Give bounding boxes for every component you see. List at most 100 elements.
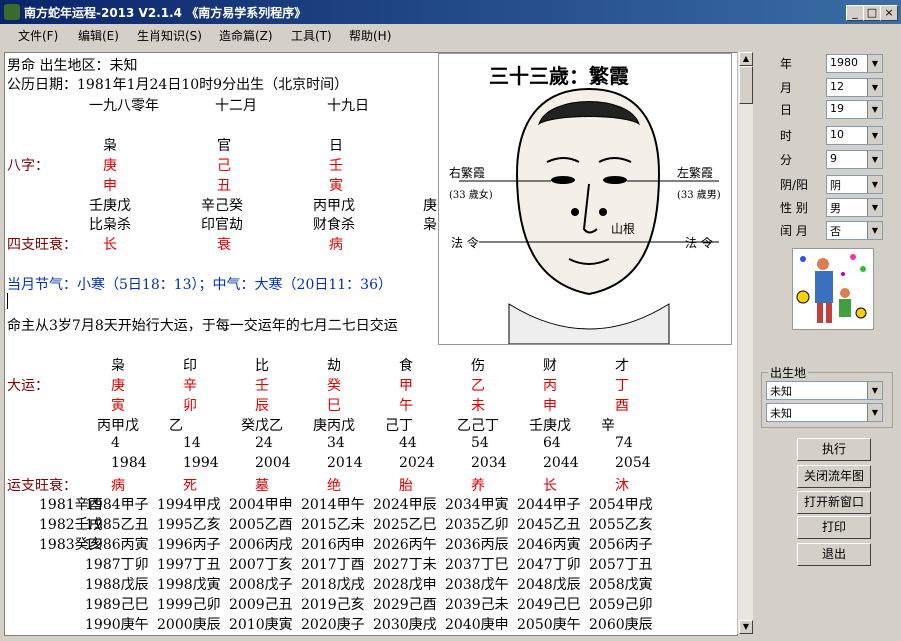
maximize-button[interactable]: □ — [863, 5, 881, 21]
stem-day: 壬 — [329, 158, 343, 174]
face-reading-image: 三十三歲：繁霞 右繁霞 (33 歲女) 左繁霞 (33 歲男) 山根 法 令 法… — [438, 53, 732, 345]
chevron-down-icon[interactable]: ▼ — [867, 222, 882, 239]
chevron-down-icon[interactable]: ▼ — [867, 127, 882, 144]
dayun-year: 1994 — [183, 455, 219, 471]
menu-zodiac[interactable]: 生肖知识(S) — [137, 27, 202, 44]
minute-select[interactable]: 9 ▼ — [826, 150, 883, 169]
birthplace-city-select[interactable]: 未知 ▼ — [766, 403, 883, 422]
dayun-age: 24 — [255, 435, 273, 451]
wangshuai-year: 长 — [103, 237, 117, 253]
print-button[interactable]: 打印 — [797, 516, 871, 539]
liunian-cell: 1998戊寅 — [157, 577, 221, 593]
dayun-god: 印 — [183, 358, 197, 374]
chevron-down-icon[interactable]: ▼ — [867, 101, 882, 118]
chevron-down-icon[interactable]: ▼ — [867, 176, 882, 193]
liunian-cell: 2027丁未 — [373, 557, 437, 573]
liunian-cell: 2035乙卯 — [445, 517, 509, 533]
dayun-branch: 申 — [543, 398, 557, 414]
liunian-cell: 1995乙亥 — [157, 517, 221, 533]
year-label: 年 — [780, 57, 793, 71]
scroll-thumb[interactable] — [739, 66, 753, 104]
dayun-stem: 辛 — [183, 378, 197, 394]
stem-year: 庚 — [103, 158, 117, 174]
god-day: 日 — [329, 138, 343, 154]
chevron-down-icon[interactable]: ▼ — [867, 151, 882, 168]
face-shangen: 山根 — [611, 222, 636, 236]
menu-tools[interactable]: 工具(T) — [291, 27, 332, 44]
dayun-hidden: 辛 — [601, 418, 615, 434]
dayun-branch: 寅 — [111, 398, 125, 414]
dayun-stem: 乙 — [471, 378, 485, 394]
yunzhi-cell: 病 — [111, 478, 125, 494]
bazi-label: 八字： — [7, 158, 49, 174]
exit-button[interactable]: 退出 — [797, 543, 871, 566]
liunian-cell: 2015乙未 — [301, 517, 365, 533]
face-fa-right: 法 令 — [685, 236, 713, 250]
liunian-cell: 2008戊子 — [229, 577, 293, 593]
dayun-hidden: 丙甲戊 — [97, 418, 139, 434]
dayun-branch: 巳 — [327, 398, 341, 414]
liunian-cell: 1996丙子 — [157, 537, 221, 553]
gender-select[interactable]: 男 ▼ — [826, 198, 883, 217]
hidden-gods-day: 财食杀 — [313, 217, 355, 233]
report-document[interactable]: 男命 出生地区：未知 公历日期：1981年1月24日10时9分出生（北京时间） … — [4, 52, 738, 636]
chevron-down-icon[interactable]: ▼ — [867, 404, 882, 421]
chevron-down-icon[interactable]: ▼ — [867, 79, 882, 96]
wangshuai-day: 病 — [329, 237, 343, 253]
dayun-age: 34 — [327, 435, 345, 451]
yunzhi-cell: 胎 — [399, 478, 413, 494]
liunian-cell: 1999己卯 — [157, 597, 221, 613]
liunian-cell: 2004甲申 — [229, 497, 293, 513]
liunian-cell: 1989己巳 — [85, 597, 149, 613]
liunian-cell: 2044甲子 — [517, 497, 581, 513]
liunian-cell: 2028戊申 — [373, 577, 437, 593]
liunian-cell: 2045乙丑 — [517, 517, 581, 533]
dayun-god: 枭 — [111, 358, 125, 374]
dayun-age: 54 — [471, 435, 489, 451]
liunian-cell: 2057丁丑 — [589, 557, 653, 573]
gender-label: 性 别 — [780, 201, 808, 215]
liunian-cell: 2016丙申 — [301, 537, 365, 553]
jieqi-line: 当月节气：小寒（5日18：13）；中气：大寒（20日11：36） — [7, 277, 392, 293]
birthplace-province-select[interactable]: 未知 ▼ — [766, 381, 883, 400]
lunar-day: 十九日 — [327, 98, 369, 114]
face-fa-left: 法 令 — [451, 236, 479, 250]
open-new-window-button[interactable]: 打开新窗口 — [797, 491, 871, 514]
year-select[interactable]: 1980 ▼ — [826, 54, 883, 73]
dayun-label: 大运： — [7, 378, 49, 394]
dayun-hidden: 癸戊乙 — [241, 418, 283, 434]
liunian-cell: 2060庚辰 — [589, 617, 653, 633]
liunian-cell: 2010庚寅 — [229, 617, 293, 633]
dayun-hidden: 己丁 — [385, 418, 413, 434]
dayun-stem: 癸 — [327, 378, 341, 394]
liunian-cell: 1986丙寅 — [85, 537, 149, 553]
minimize-button[interactable]: _ — [846, 5, 864, 21]
yunzhi-cell: 绝 — [327, 478, 341, 494]
menu-bar: 文件(F) 编辑(E) 生肖知识(S) 造命篇(Z) 工具(T) 帮助(H) — [0, 24, 901, 46]
chevron-down-icon[interactable]: ▼ — [867, 55, 882, 72]
hidden-day: 丙甲戊 — [313, 198, 355, 214]
yinyang-select[interactable]: 阴 ▼ — [826, 175, 883, 194]
leap-month-select[interactable]: 否 ▼ — [826, 221, 883, 240]
menu-file[interactable]: 文件(F) — [18, 27, 58, 44]
solar-date-line: 公历日期：1981年1月24日10时9分出生（北京时间） — [7, 77, 349, 93]
day-select[interactable]: 19 ▼ — [826, 100, 883, 119]
execute-button[interactable]: 执行 — [797, 438, 871, 461]
hour-select[interactable]: 10 ▼ — [826, 126, 883, 145]
close-button[interactable]: × — [880, 5, 898, 21]
yunzhi-cell: 长 — [543, 478, 557, 494]
menu-edit[interactable]: 编辑(E) — [78, 27, 119, 44]
liunian-cell: 2020庚子 — [301, 617, 365, 633]
close-liunian-chart-button[interactable]: 关闭流年图 — [797, 465, 871, 488]
scroll-down-arrow[interactable]: ▼ — [739, 620, 753, 634]
menu-zaoming[interactable]: 造命篇(Z) — [219, 27, 273, 44]
month-select[interactable]: 12 ▼ — [826, 78, 883, 97]
chevron-down-icon[interactable]: ▼ — [867, 199, 882, 216]
chevron-down-icon[interactable]: ▼ — [867, 382, 882, 399]
dayun-god: 才 — [615, 358, 629, 374]
menu-help[interactable]: 帮助(H) — [349, 27, 391, 44]
liunian-cell: 2024甲辰 — [373, 497, 437, 513]
dayun-year: 2004 — [255, 455, 291, 471]
document-scrollbar[interactable]: ▲ ▼ — [737, 52, 753, 634]
scroll-up-arrow[interactable]: ▲ — [739, 52, 753, 66]
